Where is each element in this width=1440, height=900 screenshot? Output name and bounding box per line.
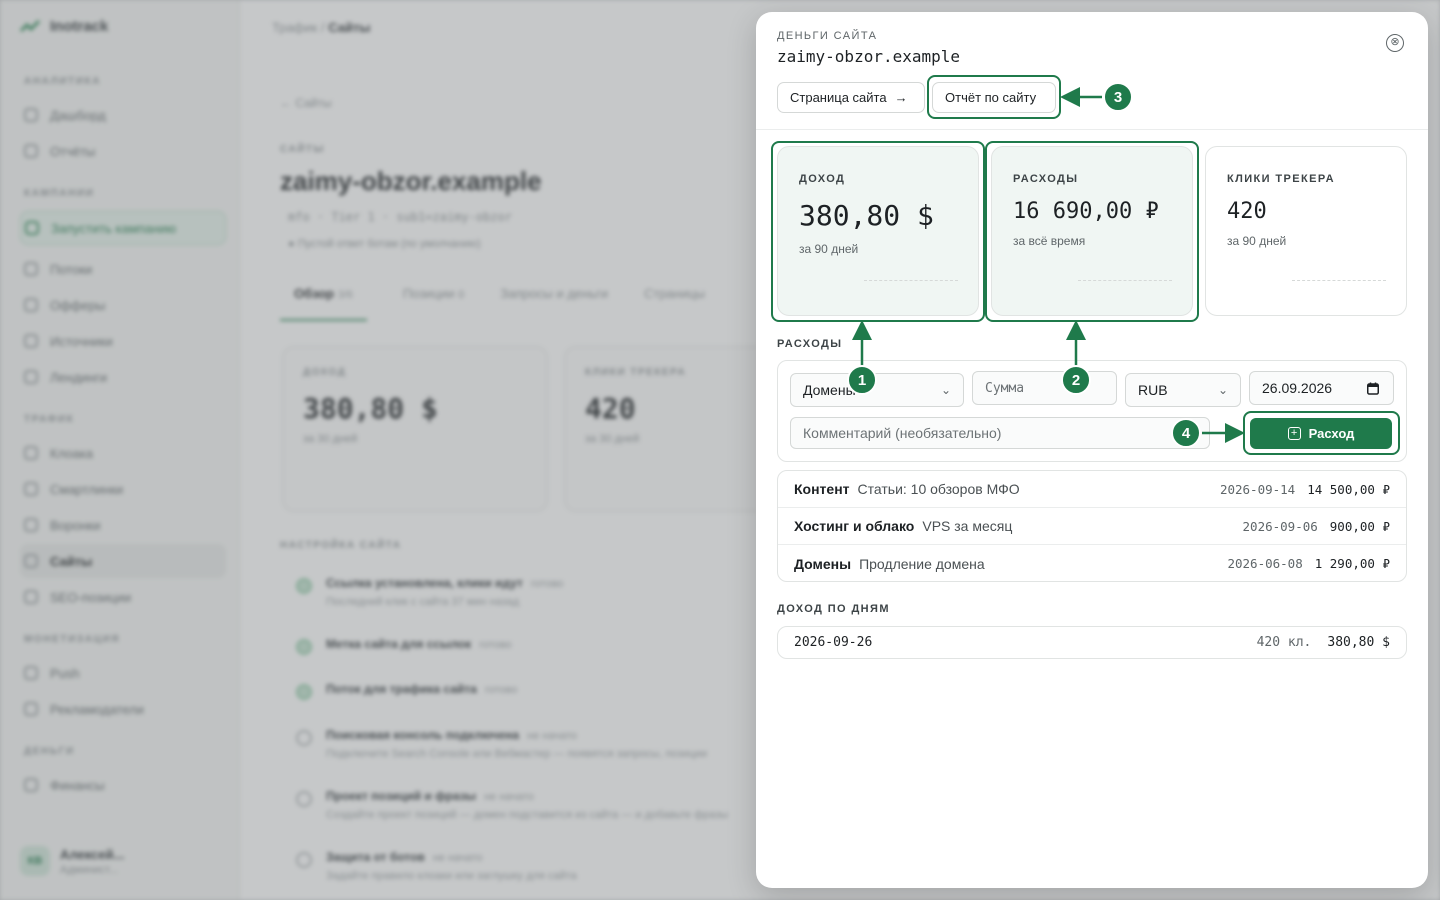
stat-sub: за всё время xyxy=(1013,234,1086,248)
divider xyxy=(756,129,1428,130)
chevron-down-icon: ⌄ xyxy=(940,383,951,397)
add-expense-button[interactable]: + Расход xyxy=(1250,418,1392,449)
amount-input[interactable]: Сумма xyxy=(972,371,1117,405)
stat-sub: за 90 дней xyxy=(1227,234,1287,248)
chevron-down-icon: ⌄ xyxy=(1217,383,1228,397)
site-money-modal: ДЕНЬГИ САЙТА zaimy-obzor.example ⊗ Стран… xyxy=(756,12,1428,888)
sparkline-placeholder xyxy=(864,280,958,281)
annotation-badge-3: 3 xyxy=(1103,82,1133,112)
expenses-stat-card: РАСХОДЫ 16 690,00 ₽ за всё время xyxy=(991,146,1193,316)
modal-kicker: ДЕНЬГИ САЙТА xyxy=(777,30,878,42)
date-input[interactable]: 26.09.2026 xyxy=(1249,371,1394,405)
site-page-button[interactable]: Страница сайта → xyxy=(777,82,925,113)
sparkline-placeholder xyxy=(1078,280,1172,281)
stat-value: 380,80 $ xyxy=(799,199,934,232)
annotation-badge-4: 4 xyxy=(1171,418,1201,448)
calendar-icon[interactable] xyxy=(1367,382,1379,395)
expenses-list: Контент Статьи: 10 обзоров МФО 2026-09-14… xyxy=(777,470,1407,582)
income-stat-card: ДОХОД 380,80 $ за 90 дней xyxy=(777,146,979,316)
annotation-badge-1: 1 xyxy=(847,365,877,395)
sparkline-placeholder xyxy=(1292,280,1386,281)
modal-title: zaimy-obzor.example xyxy=(777,47,961,66)
comment-input[interactable]: Комментарий (необязательно) xyxy=(790,417,1210,449)
stat-label: КЛИКИ ТРЕКЕРА xyxy=(1227,173,1335,185)
category-select[interactable]: Домены ⌄ xyxy=(790,373,964,407)
stat-label: РАСХОДЫ xyxy=(1013,173,1079,185)
list-item: Хостинг и облако VPS за месяц 2026-09-06 9… xyxy=(778,508,1406,545)
income-section-label: ДОХОД ПО ДНЯМ xyxy=(777,603,890,615)
stat-value: 16 690,00 ₽ xyxy=(1013,199,1159,224)
close-icon[interactable]: ⊗ xyxy=(1386,34,1404,52)
list-item: Контент Статьи: 10 обзоров МФО 2026-09-14… xyxy=(778,471,1406,508)
arrow-right-icon: → xyxy=(894,90,908,105)
stat-label: ДОХОД xyxy=(799,173,846,185)
currency-select[interactable]: RUB ⌄ xyxy=(1125,373,1241,407)
stat-value: 420 xyxy=(1227,199,1267,224)
clicks-stat-card: КЛИКИ ТРЕКЕРА 420 за 90 дней xyxy=(1205,146,1407,316)
income-row: 2026-09-26 420 кл. 380,80 $ xyxy=(777,626,1407,659)
plus-icon: + xyxy=(1287,427,1301,440)
annotation-badge-2: 2 xyxy=(1061,365,1091,395)
list-item: Домены Продление домена 2026-06-08 1 290,0… xyxy=(794,555,1390,572)
stat-sub: за 90 дней xyxy=(799,242,859,256)
site-report-button[interactable]: Отчёт по сайту xyxy=(932,82,1056,113)
expenses-section-label: РАСХОДЫ xyxy=(777,338,843,350)
